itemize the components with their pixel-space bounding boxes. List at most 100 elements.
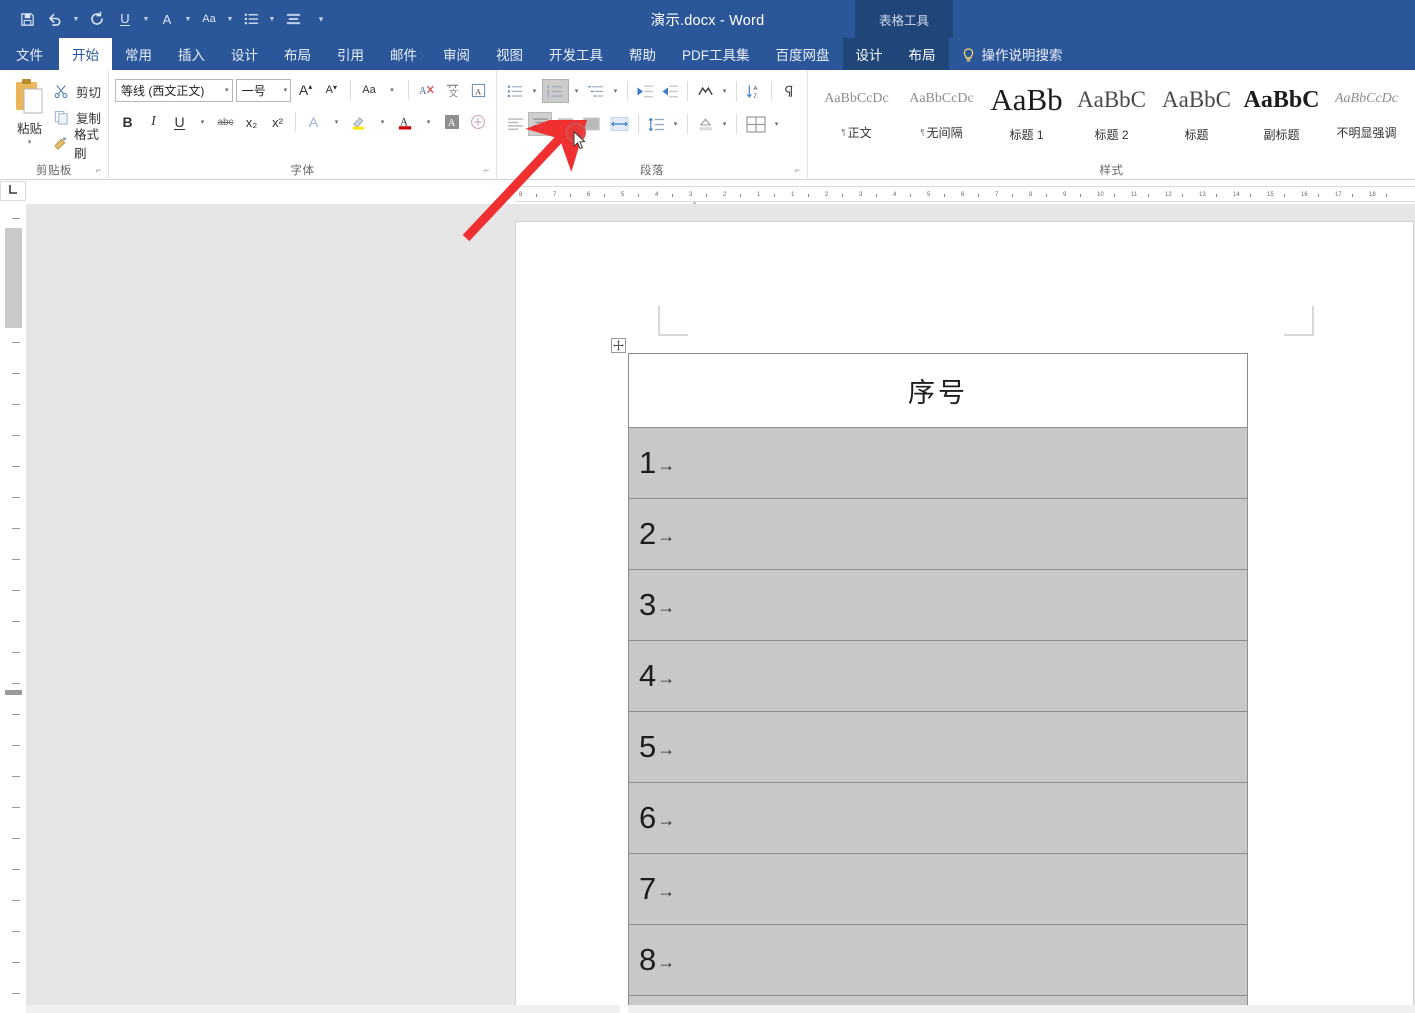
bullet-list-dropdown-caret-icon[interactable]: ▼ [266,6,278,32]
phonetic-guide-icon[interactable]: 文 [441,78,464,102]
tab-help[interactable]: 帮助 [616,38,669,70]
font-color-icon[interactable]: A [393,110,418,134]
table-cell-number[interactable]: 5→ [628,711,1248,783]
style-item-subtitle[interactable]: AaBbC 副标题 [1239,78,1324,152]
underline-dropdown-caret-icon[interactable]: ▼ [140,6,152,32]
font-color-icon[interactable]: A [154,6,180,32]
redo-icon[interactable] [84,6,110,32]
superscript-icon[interactable]: x² [265,110,290,134]
clear-formatting-icon[interactable]: A [416,78,439,102]
change-case-icon[interactable]: Aa [196,6,222,32]
tab-stop-selector[interactable] [0,181,26,201]
shading-icon[interactable] [693,112,717,136]
multilevel-list-icon[interactable] [584,79,608,103]
vertical-ruler[interactable] [5,208,22,1013]
table-move-handle-icon[interactable] [611,338,626,353]
style-item-title[interactable]: AaBbC 标题 [1154,78,1239,152]
paste-dropdown-caret-icon[interactable]: ▾ [28,138,32,146]
grow-font-icon[interactable]: A ▴ [294,78,317,102]
tab-file[interactable]: 文件 [0,38,59,70]
tab-view[interactable]: 视图 [483,38,536,70]
style-item-subtle-emphasis[interactable]: AaBbCcDc 不明显强调 [1324,78,1409,152]
chinese-layout-icon[interactable] [693,79,717,103]
tab-table-layout[interactable]: 布局 [895,38,949,70]
character-shading-icon[interactable]: A [439,110,464,134]
tell-me-search[interactable]: 操作说明搜索 [949,38,1076,70]
format-painter-button[interactable]: 格式刷 [53,128,102,161]
bold-icon[interactable]: B [115,110,140,134]
decrease-indent-icon[interactable] [633,79,657,103]
tab-pdf-tools[interactable]: PDF工具集 [669,38,763,70]
show-marks-icon[interactable] [777,79,801,103]
font-size-caret-icon[interactable]: ▾ [280,86,288,94]
change-case-caret-icon[interactable]: ▾ [383,78,400,102]
text-effects-icon[interactable]: A [301,110,326,134]
table-cell-number[interactable]: 3→ [628,569,1248,641]
tab-developer[interactable]: 开发工具 [536,38,616,70]
undo-icon[interactable] [42,6,68,32]
highlight-caret-icon[interactable]: ▾ [373,110,392,134]
table-row[interactable]: 1→ [628,427,1248,499]
italic-icon[interactable]: I [141,110,166,134]
table-cell-number[interactable]: 8→ [628,924,1248,996]
horizontal-ruler[interactable]: 8 7 6 5 4 3 2 1 1 2 3 4 5 6 7 8 9 10 11 12 13 14 15 16 17 18 [515,186,1415,202]
numbering-icon[interactable]: 123 [542,79,569,103]
tab-mailings[interactable]: 邮件 [377,38,430,70]
sort-icon[interactable]: AZ [742,79,766,103]
tab-insert[interactable]: 插入 [165,38,218,70]
style-item-no-spacing[interactable]: AaBbCcDc ¶ 无间隔 [899,78,984,152]
numbering-caret-icon[interactable]: ▾ [570,79,583,103]
table-row[interactable]: 6→ [628,782,1248,854]
align-center-icon[interactable] [528,112,552,136]
tab-references[interactable]: 引用 [324,38,377,70]
paragraph-dialog-launcher[interactable]: ⌐ [791,164,804,177]
table-cell-number[interactable]: 2→ [628,498,1248,570]
font-size-combo[interactable]: 一号 ▾ [235,78,292,102]
subscript-icon[interactable]: x₂ [239,110,264,134]
font-name-caret-icon[interactable]: ▾ [221,86,229,94]
tab-table-design[interactable]: 设计 [842,38,896,70]
customize-quick-access-icon[interactable]: ▾ [308,6,334,32]
indent-marker-icon[interactable] [689,196,700,210]
table-cell-number[interactable]: 6→ [628,782,1248,854]
table-header-cell[interactable]: 序号 [628,353,1248,428]
table-cell-number[interactable]: 7→ [628,853,1248,925]
distribute-icon[interactable] [606,112,633,136]
undo-dropdown-caret-icon[interactable]: ▼ [70,6,82,32]
font-name-combo[interactable]: 等线 (西文正文) ▾ [115,78,233,102]
table-cell-number[interactable]: 4→ [628,640,1248,712]
font-color-dropdown-caret-icon[interactable]: ▼ [182,6,194,32]
bullets-icon[interactable] [503,79,527,103]
change-case-dropdown-caret-icon[interactable]: ▼ [224,6,236,32]
font-dialog-launcher[interactable]: ⌐ [480,164,493,177]
table-row[interactable]: 4→ [628,640,1248,712]
horizontal-scrollbar[interactable] [26,1005,1415,1013]
table-row[interactable]: 7→ [628,853,1248,925]
table-header-row[interactable]: 序号 [628,353,1248,428]
cut-button[interactable]: 剪切 [53,80,102,102]
bullet-list-icon[interactable] [238,6,264,32]
tab-review[interactable]: 审阅 [430,38,483,70]
enclose-characters-icon[interactable] [465,110,490,134]
tab-home[interactable]: 开始 [59,38,112,70]
bullets-caret-icon[interactable]: ▾ [528,79,541,103]
table-row[interactable]: 2→ [628,498,1248,570]
tab-common[interactable]: 常用 [112,38,165,70]
tab-layout[interactable]: 布局 [271,38,324,70]
underline-icon[interactable]: U [167,110,192,134]
document-table[interactable]: 序号 1→ 2→ 3→ 4→ 5→ 6→ 7→ 8→ [628,353,1248,1013]
save-icon[interactable] [14,6,40,32]
align-icon[interactable] [280,6,306,32]
multilevel-list-caret-icon[interactable]: ▾ [609,79,622,103]
line-spacing-caret-icon[interactable]: ▾ [669,112,682,136]
highlight-icon[interactable] [347,110,372,134]
tab-design[interactable]: 设计 [218,38,271,70]
underline-icon[interactable]: U [112,6,138,32]
table-row[interactable]: 3→ [628,569,1248,641]
style-item-heading-1[interactable]: AaBb 标题 1 [984,78,1069,152]
style-item-body[interactable]: AaBbCcDc ¶ 正文 [814,78,899,152]
text-effects-caret-icon[interactable]: ▾ [327,110,346,134]
shrink-font-icon[interactable]: A ▾ [320,78,343,102]
line-spacing-icon[interactable] [644,112,668,136]
increase-indent-icon[interactable] [658,79,682,103]
